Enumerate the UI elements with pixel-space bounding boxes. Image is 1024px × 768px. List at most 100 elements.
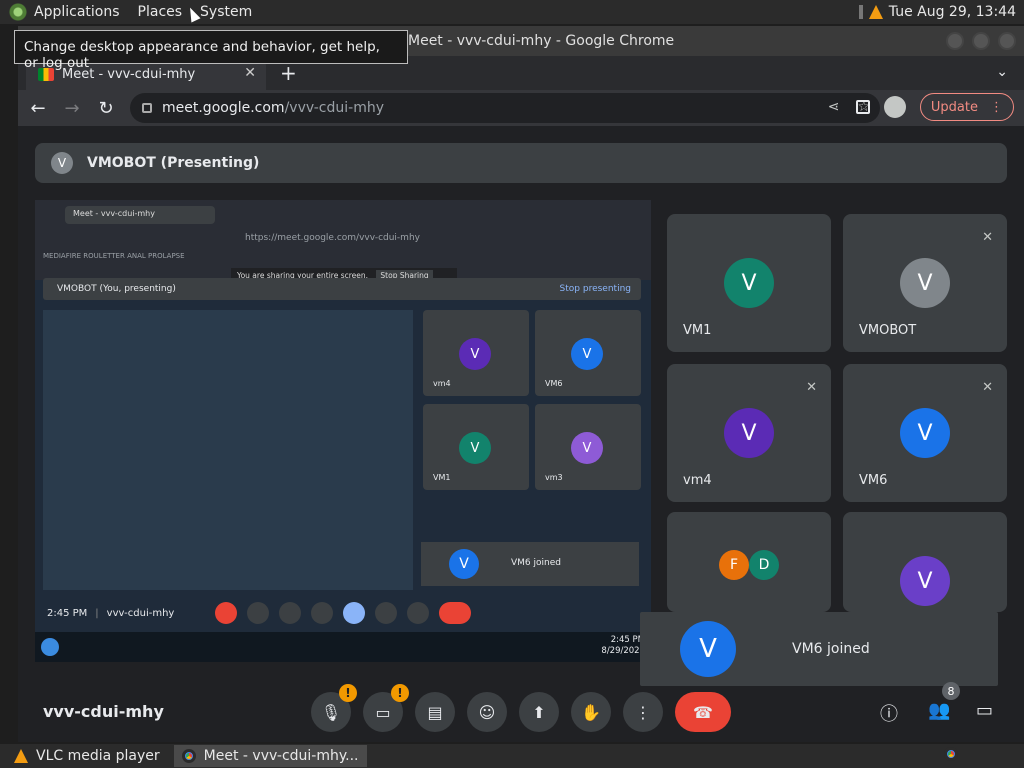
share-icon[interactable]: ⋖ xyxy=(828,99,840,115)
more-vert-icon[interactable]: ⋮ xyxy=(990,100,1003,115)
bottom-taskbar: VLC media player Meet - vvv-cdui-mhy... xyxy=(0,744,1024,768)
shared-leave-icon xyxy=(439,602,471,624)
shared-clock-date: 8/29/2023 xyxy=(601,646,645,656)
presenter-label: VMOBOT (Presenting) xyxy=(87,155,260,171)
shared-toast-avatar: V xyxy=(449,549,479,579)
more-options-button[interactable]: ⋮ xyxy=(623,692,663,732)
leave-call-button[interactable]: ☎ xyxy=(675,692,731,732)
shared-tile-name: vm4 xyxy=(433,379,451,388)
menu-system[interactable]: System xyxy=(200,4,252,20)
participant-avatar: V xyxy=(900,556,950,606)
menu-applications[interactable]: Applications xyxy=(34,4,120,20)
meeting-info-icon[interactable]: ⓘ xyxy=(880,700,898,726)
participant-avatar: D xyxy=(749,550,779,580)
participant-avatar: V xyxy=(900,258,950,308)
hang-up-icon: ☎ xyxy=(693,702,713,722)
shared-call-bar: 2:45 PM | vvv-cdui-mhy xyxy=(35,598,651,628)
shared-code: vvv-cdui-mhy xyxy=(106,607,175,619)
camera-icon: ▭ xyxy=(375,702,391,722)
close-window-button[interactable] xyxy=(998,32,1016,50)
update-button[interactable]: Update ⋮ xyxy=(919,93,1014,121)
shared-taskbar: 2:45 PM 8/29/2023 xyxy=(35,632,651,662)
minimize-button[interactable] xyxy=(946,32,964,50)
address-bar[interactable]: meet.google.com/vvv-cdui-mhy ⋖ ☆ xyxy=(130,93,880,123)
update-label: Update xyxy=(930,99,978,115)
maximize-button[interactable] xyxy=(972,32,990,50)
shared-hand-icon xyxy=(375,602,397,624)
camera-button[interactable]: ▭ ! xyxy=(363,684,409,732)
back-arrow-icon[interactable]: ← xyxy=(24,98,52,119)
shared-tile-name: vm3 xyxy=(545,473,563,482)
shared-clock-time: 2:45 PM xyxy=(610,635,645,645)
participant-tile-vm6[interactable]: ✕ V VM6 xyxy=(843,364,1007,502)
lock-icon[interactable] xyxy=(142,103,152,113)
tab-search-chevron-icon[interactable]: ⌄ xyxy=(996,64,1008,80)
participant-tile-group[interactable]: F D xyxy=(667,512,831,612)
call-controls: vvv-cdui-mhy 🎙 ! ▭ ! ▤ ☺ ⬆ ✋ ⋮ ☎ ⓘ 8 👥 ▭ xyxy=(18,682,1024,742)
participant-tile-vm4[interactable]: ✕ V vm4 xyxy=(667,364,831,502)
distro-logo-icon[interactable] xyxy=(8,2,28,22)
vlc-tray-icon[interactable] xyxy=(868,5,883,19)
mic-off-icon: ✕ xyxy=(982,380,993,395)
meet-content: V VMOBOT (Presenting) Meet - vvv-cdui-mh… xyxy=(18,126,1024,742)
shared-tile: V vm4 xyxy=(423,310,529,396)
tab-close-icon[interactable]: ✕ xyxy=(244,65,256,81)
window-title: Meet - vvv-cdui-mhy - Google Chrome xyxy=(408,33,675,49)
joined-toast: V VM6 joined xyxy=(640,612,998,686)
stop-presenting-link: Stop presenting xyxy=(559,284,631,294)
taskbar-label: VLC media player xyxy=(36,748,160,764)
participant-tile-vm1[interactable]: V VM1 xyxy=(667,214,831,352)
captions-button[interactable]: ▤ xyxy=(415,692,455,732)
mic-off-icon: ✕ xyxy=(806,380,817,395)
people-icon[interactable]: 👥 xyxy=(928,700,950,721)
mic-button[interactable]: 🎙 ! xyxy=(311,684,357,732)
camera-warning-badge: ! xyxy=(391,684,409,702)
present-button[interactable]: ⬆ xyxy=(519,692,559,732)
system-menu-tooltip: Change desktop appearance and behavior, … xyxy=(14,30,408,71)
shared-cam-icon xyxy=(247,602,269,624)
participant-avatar: F xyxy=(719,550,749,580)
taskbar-vlc[interactable]: VLC media player xyxy=(6,745,168,767)
shared-controls xyxy=(215,602,471,624)
side-panel-icon[interactable] xyxy=(855,100,870,114)
more-vert-icon: ⋮ xyxy=(635,702,651,722)
shared-cc-icon xyxy=(279,602,301,624)
participant-name: VM6 xyxy=(859,473,888,488)
hand-icon: ✋ xyxy=(581,702,601,722)
reload-icon[interactable]: ↻ xyxy=(92,98,120,119)
taskbar-label: Meet - vvv-cdui-mhy... xyxy=(203,748,359,764)
shared-tile-name: VM6 xyxy=(545,379,563,388)
shared-tile-avatar: V xyxy=(459,432,491,464)
participant-tile[interactable]: V xyxy=(843,512,1007,612)
shared-emoji-icon xyxy=(311,602,333,624)
shared-more-icon xyxy=(407,602,429,624)
participant-tile-vmobot[interactable]: ✕ V VMOBOT xyxy=(843,214,1007,352)
panel-separator xyxy=(858,5,863,19)
vlc-icon xyxy=(14,749,28,763)
shared-start-orb-icon xyxy=(41,638,59,656)
reactions-button[interactable]: ☺ xyxy=(467,692,507,732)
raise-hand-button[interactable]: ✋ xyxy=(571,692,611,732)
profile-avatar-icon[interactable] xyxy=(883,96,906,118)
menu-places[interactable]: Places xyxy=(138,4,183,20)
joined-avatar: V xyxy=(680,621,736,677)
meeting-code: vvv-cdui-mhy xyxy=(43,702,164,721)
shared-tile-name: VM1 xyxy=(433,473,451,482)
new-tab-button[interactable]: + xyxy=(280,61,297,85)
taskbar-chrome[interactable]: Meet - vvv-cdui-mhy... xyxy=(173,745,367,767)
shared-presenting-banner: VMOBOT (You, presenting) Stop presenting xyxy=(43,278,641,300)
participant-avatar: V xyxy=(900,408,950,458)
shared-bookmarks: MEDIAFIRE ROULETTER ANAL PROLAPSE xyxy=(43,252,185,260)
url-host: meet.google.com xyxy=(162,100,285,116)
shared-present-icon xyxy=(343,602,365,624)
captions-icon: ▤ xyxy=(427,702,443,722)
present-icon: ⬆ xyxy=(532,702,546,722)
forward-arrow-icon[interactable]: → xyxy=(58,98,86,119)
participant-name: vm4 xyxy=(683,473,712,488)
chat-icon[interactable]: ▭ xyxy=(976,700,993,721)
shared-tile: V vm3 xyxy=(535,404,641,490)
clock[interactable]: Tue Aug 29, 13:44 xyxy=(889,4,1016,20)
chrome-tray-icon[interactable] xyxy=(944,747,958,761)
shared-banner-label: VMOBOT (You, presenting) xyxy=(57,284,176,294)
shared-tile: V VM6 xyxy=(535,310,641,396)
